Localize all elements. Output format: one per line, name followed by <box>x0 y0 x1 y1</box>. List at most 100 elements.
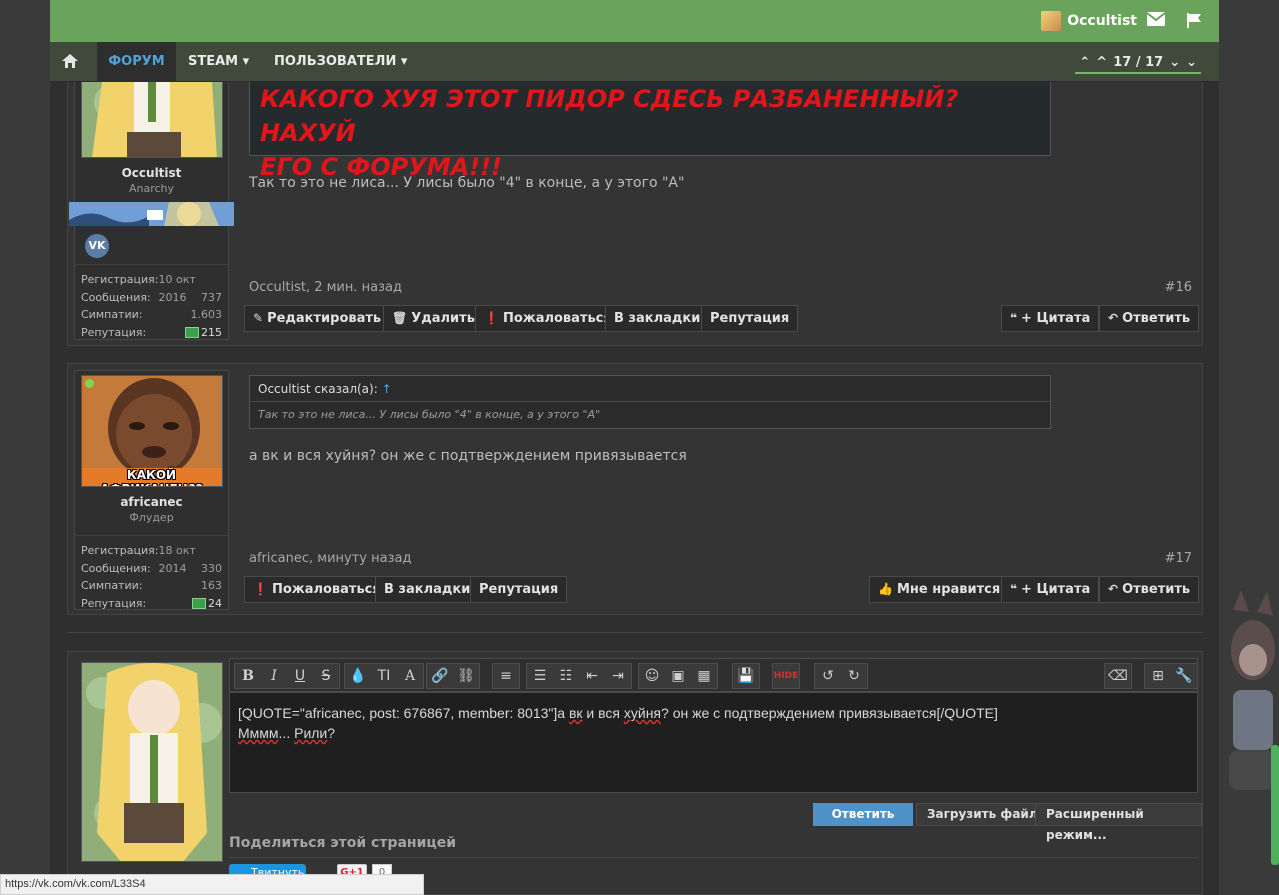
stat-likes: Симпатии: 163 <box>81 579 222 592</box>
font-size-icon[interactable]: TI <box>371 664 397 688</box>
toolbar-group-format: B I U S <box>234 663 340 689</box>
bookmark-button[interactable]: В закладки <box>375 576 480 603</box>
bookmark-button[interactable]: В закладки <box>605 305 710 332</box>
page-navigator: ⌃ ^ 17 / 17 ⌄ ⌄ <box>1075 52 1201 74</box>
author-title: Флудер <box>129 511 174 524</box>
reputation-button[interactable]: Репутация <box>470 576 568 603</box>
scrollbar-thumb[interactable] <box>1271 745 1279 865</box>
stat-reputation: Репутация: 215 <box>81 325 222 339</box>
hide-tag-icon[interactable]: HIDE <box>773 664 799 688</box>
redo-icon[interactable]: ↻ <box>841 664 867 688</box>
tab-steam[interactable]: STEAM ▾ <box>188 42 249 82</box>
quote-link-arrow-icon[interactable]: ↑ <box>382 382 392 396</box>
font-family-icon[interactable]: A <box>397 664 423 688</box>
divider <box>67 632 1203 633</box>
italic-icon[interactable]: I <box>261 664 287 688</box>
numbered-list-icon[interactable]: ☷ <box>553 664 579 688</box>
bullet-list-icon[interactable]: ☰ <box>527 664 553 688</box>
quoted-text-line-1: КАКОГО ХУЯ ЭТОТ ПИДОР СДЕСЬ РАЗБАНЕННЫЙ?… <box>260 85 959 147</box>
user-banner <box>69 202 234 226</box>
home-icon[interactable] <box>62 54 80 70</box>
page-margin-left <box>0 0 50 895</box>
last-page-icon[interactable]: ⌄ <box>1186 55 1197 70</box>
page-margin-right <box>1219 0 1279 895</box>
message-text: а вк и вся хуйня? он же с подтверждением… <box>249 448 687 464</box>
quote-header: Occultist сказал(а): ↑ <box>250 376 1050 402</box>
toolbar-group-tools: ⊞ 🔧 <box>1144 663 1198 689</box>
message-editor[interactable]: [QUOTE="africanec, post: 676867, member:… <box>229 692 1198 793</box>
exclamation-icon: ❗ <box>253 582 268 596</box>
author-title: Anarchy <box>128 182 175 195</box>
stat-likes: Симпатии: 1.603 <box>81 308 222 321</box>
quote-button[interactable]: ❝ + Цитата <box>1001 305 1100 332</box>
reputation-button[interactable]: Репутация <box>701 305 799 332</box>
like-button[interactable]: 👍 Мне нравится <box>869 576 1010 603</box>
post-meta[interactable]: Occultist, 2 мин. назад <box>249 280 402 295</box>
post-17: КАКОЙ АФРИКАНЕЦ?? africanec Флудер Регис… <box>67 363 1203 615</box>
post-meta[interactable]: africanec, минуту назад <box>249 551 411 566</box>
strikethrough-icon[interactable]: S <box>313 664 339 688</box>
post-16: Occultist Anarchy VK Регистрация: 10 окт … <box>67 82 1203 346</box>
insert-icon[interactable]: ⊞ <box>1145 664 1171 688</box>
align-icon[interactable]: ≡ <box>493 664 519 688</box>
main-nav: ФОРУМ STEAM ▾ ПОЛЬЗОВАТЕЛИ ▾ ⌃ ^ 17 / 17… <box>50 42 1219 82</box>
tab-forum[interactable]: ФОРУМ <box>97 42 176 82</box>
user-menu-link[interactable]: Occultist <box>1041 11 1137 31</box>
reply-arrow-icon: ↶ <box>1108 582 1119 596</box>
quote-button[interactable]: ❝ + Цитата <box>1001 576 1100 603</box>
underline-icon[interactable]: U <box>287 664 313 688</box>
unlink-icon[interactable]: ⛓ <box>453 664 479 688</box>
save-draft-icon[interactable]: 💾 <box>733 664 759 688</box>
undo-icon[interactable]: ↺ <box>815 664 841 688</box>
toolbar-group-media: ☺ ▣ ▦ <box>638 663 718 689</box>
advanced-mode-button[interactable]: Расширенный режим... <box>1035 803 1202 842</box>
edit-button[interactable]: ✎ Редактировать <box>244 305 391 332</box>
image-icon[interactable]: ▣ <box>665 664 691 688</box>
envelope-icon[interactable] <box>1146 12 1166 28</box>
vk-icon[interactable]: VK <box>85 234 109 258</box>
flag-icon[interactable] <box>1185 12 1203 28</box>
avatar[interactable] <box>80 82 223 158</box>
upload-file-button[interactable]: Загрузить файл <box>916 803 1049 826</box>
outdent-icon[interactable]: ⇤ <box>579 664 605 688</box>
indent-icon[interactable]: ⇥ <box>605 664 631 688</box>
report-button[interactable]: ❗ Пожаловаться <box>475 305 621 332</box>
page-counter[interactable]: 17 / 17 <box>1113 55 1163 70</box>
smiley-icon[interactable]: ☺ <box>639 664 665 688</box>
next-page-icon[interactable]: ⌄ <box>1169 55 1180 70</box>
tab-users[interactable]: ПОЛЬЗОВАТЕЛИ ▾ <box>274 42 407 82</box>
author-name[interactable]: Occultist <box>75 166 228 180</box>
toolbar-group-clear: ⌫ <box>1104 663 1132 689</box>
toolbar-group-links: 🔗 ⛓ <box>426 663 480 689</box>
wrench-icon[interactable]: 🔧 <box>1171 664 1197 688</box>
prev-page-icon[interactable]: ^ <box>1096 55 1107 70</box>
share-divider <box>229 857 1198 858</box>
author-name[interactable]: africanec <box>75 495 228 509</box>
editor-toolbar: B I U S 💧 TI A 🔗 ⛓ ≡ ☰ ☷ ⇤ ⇥ ☺ ▣ ▦ � <box>229 658 1198 692</box>
author-card: КАКОЙ АФРИКАНЕЦ?? africanec Флудер Регис… <box>74 370 229 610</box>
bold-icon[interactable]: B <box>235 664 261 688</box>
delete-button[interactable]: 🗑 Удалить <box>383 305 484 332</box>
tab-forum-label: ФОРУМ <box>108 54 165 69</box>
media-icon[interactable]: ▦ <box>691 664 717 688</box>
report-button[interactable]: ❗ Пожаловаться <box>244 576 390 603</box>
toolbar-group-save: 💾 <box>732 663 760 689</box>
reply-button[interactable]: ↶ Ответить <box>1099 305 1200 332</box>
heart-icon <box>185 327 199 338</box>
reply-arrow-icon: ↶ <box>1108 311 1119 325</box>
quote-icon: ❝ <box>1010 311 1018 325</box>
avatar-caption: КАКОЙ АФРИКАНЕЦ?? <box>100 468 202 486</box>
avatar[interactable]: КАКОЙ АФРИКАНЕЦ?? <box>80 375 223 487</box>
post-number[interactable]: #16 <box>1165 280 1192 295</box>
pencil-icon: ✎ <box>253 311 264 325</box>
share-title: Поделиться этой страницей <box>229 835 457 851</box>
reply-button[interactable]: ↶ Ответить <box>1099 576 1200 603</box>
tab-users-label: ПОЛЬЗОВАТЕЛИ ▾ <box>274 54 408 69</box>
toolbar-group-align: ≡ <box>492 663 520 689</box>
color-drop-icon[interactable]: 💧 <box>345 664 371 688</box>
post-number[interactable]: #17 <box>1165 551 1192 566</box>
submit-reply-button[interactable]: Ответить <box>813 803 913 826</box>
link-icon[interactable]: 🔗 <box>427 664 453 688</box>
first-page-icon[interactable]: ⌃ <box>1079 55 1090 70</box>
eraser-icon[interactable]: ⌫ <box>1105 664 1131 688</box>
